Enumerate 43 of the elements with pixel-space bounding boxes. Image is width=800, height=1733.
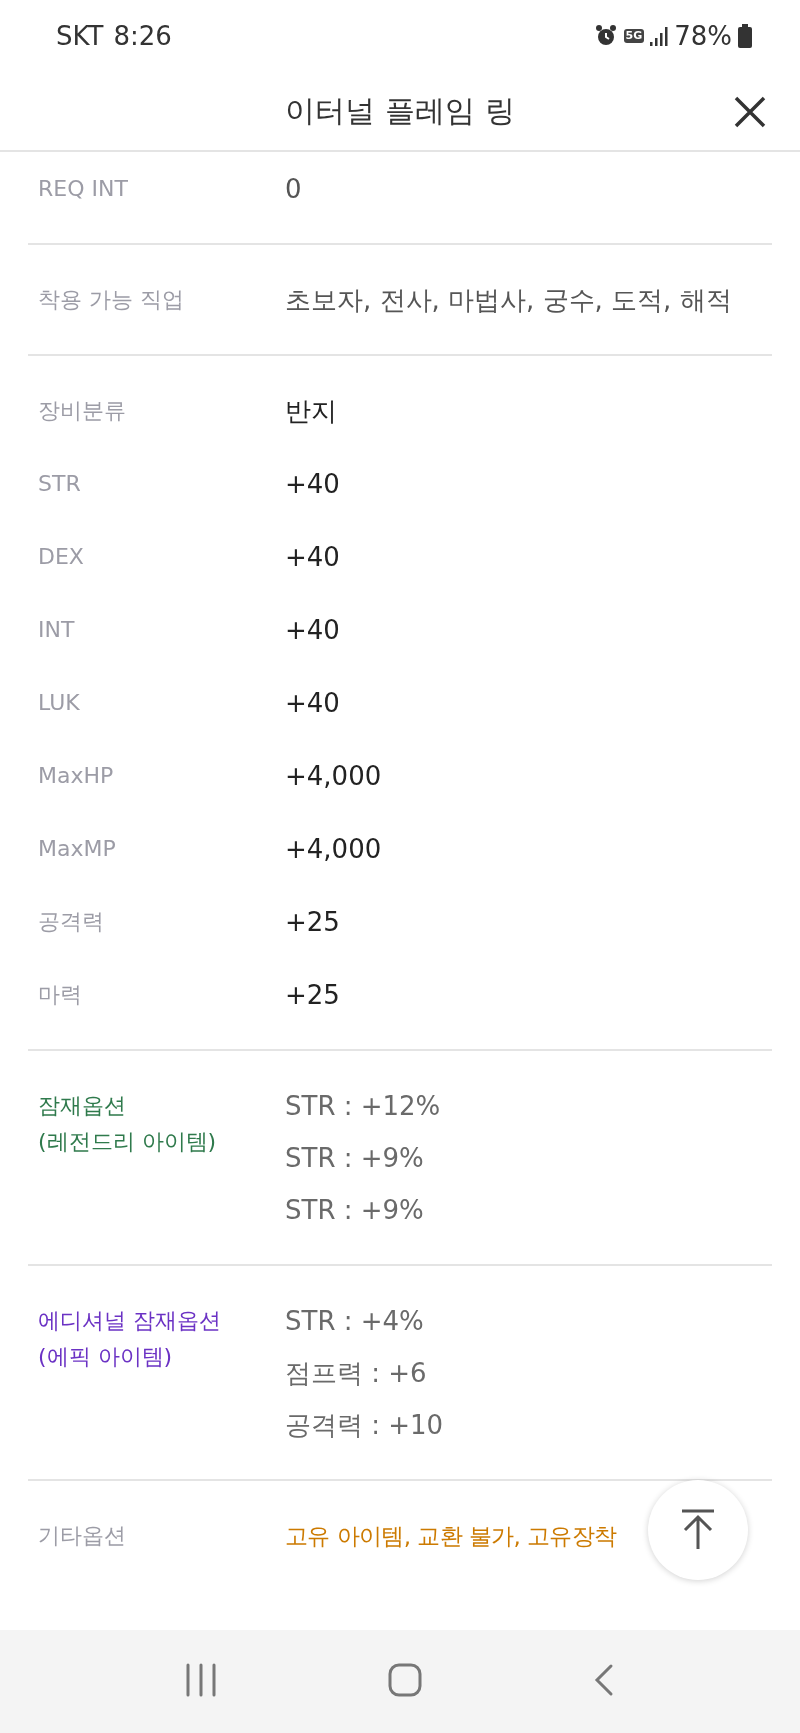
field-value: 0: [285, 172, 302, 206]
page-title: 이터널 플레임 링: [285, 91, 515, 130]
field-value: 공격력 : +10: [285, 1408, 444, 1442]
home-button[interactable]: [388, 1663, 422, 1700]
field-label: 마력: [38, 980, 83, 1009]
field-label: 착용 가능 직업: [38, 285, 185, 314]
signal-icon: [650, 25, 669, 47]
field-label: STR: [38, 469, 82, 498]
field-value: +4,000: [285, 759, 382, 793]
field-value: STR : +4%: [285, 1304, 424, 1338]
field-value: +40: [285, 686, 340, 720]
field-value: +25: [285, 905, 340, 939]
field-label: LUK: [38, 688, 81, 717]
field-value: +25: [285, 978, 340, 1012]
field-value: 고유 아이템, 교환 불가, 고유장착: [285, 1521, 617, 1551]
field-value: 점프력 : +6: [285, 1356, 427, 1390]
field-label: MaxHP: [38, 761, 115, 790]
clock-time: 8:26: [113, 21, 172, 51]
field-label: 에디셔널 잠재옵션 (에픽 아이템): [38, 1306, 222, 1371]
field-value: 반지: [285, 394, 337, 428]
field-label: INT: [38, 615, 76, 644]
field-value: +40: [285, 613, 340, 647]
battery-percent: 78%: [674, 21, 732, 51]
field-value: STR : +9%: [285, 1141, 424, 1175]
network-label: 5G: [623, 29, 645, 43]
arrow-up-icon: [680, 1509, 716, 1551]
field-label: 공격력: [38, 907, 105, 936]
carrier-name: SKT: [56, 21, 104, 51]
field-value: 초보자, 전사, 마법사, 궁수, 도적, 해적: [285, 283, 732, 317]
field-value: +40: [285, 540, 340, 574]
field-label: REQ INT: [38, 174, 129, 203]
field-label: MaxMP: [38, 834, 117, 863]
field-label: DEX: [38, 542, 85, 571]
field-value: STR : +12%: [285, 1089, 441, 1123]
battery-icon: [738, 24, 752, 48]
field-value: +4,000: [285, 832, 382, 866]
field-label: 잠재옵션 (레전드리 아이템): [38, 1091, 218, 1156]
field-value: +40: [285, 467, 340, 501]
scroll-top-button[interactable]: [648, 1480, 748, 1580]
field-label: 기타옵션: [38, 1521, 127, 1550]
field-value: STR : +9%: [285, 1193, 424, 1227]
field-label: 장비분류: [38, 396, 127, 425]
alarm-icon: [593, 24, 618, 48]
